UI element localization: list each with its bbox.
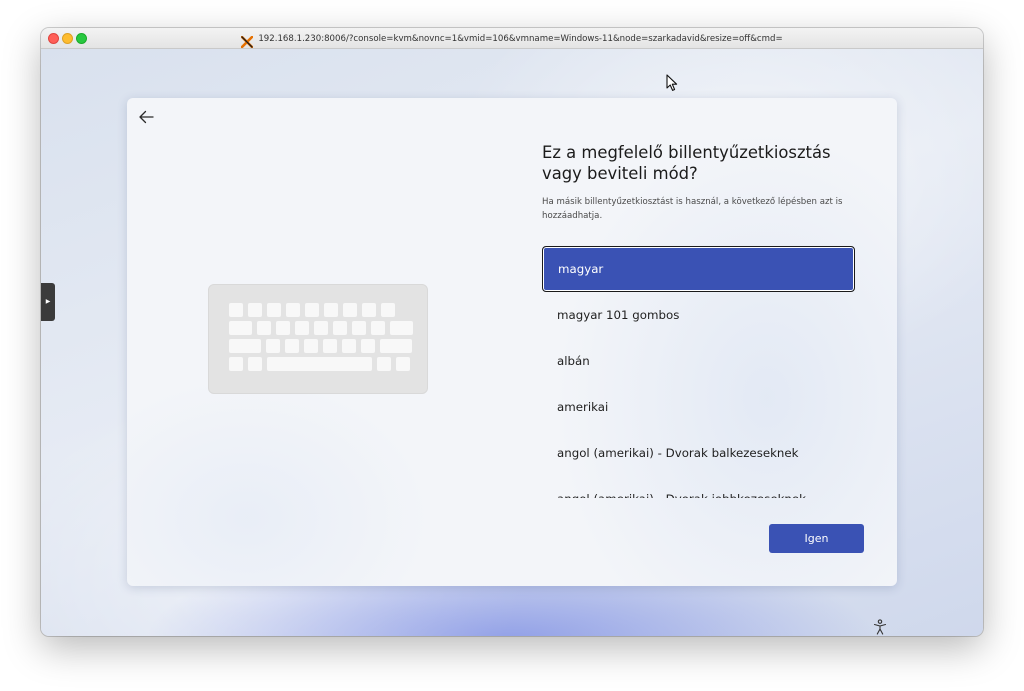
list-item-magyar[interactable]: magyar — [542, 246, 855, 292]
back-button[interactable] — [135, 106, 157, 128]
novnc-panel-toggle[interactable]: ▶ — [41, 283, 55, 321]
list-item-dvorak-left[interactable]: angol (amerikai) - Dvorak balkezeseknek — [542, 430, 855, 476]
list-item-amerikai[interactable]: amerikai — [542, 384, 855, 430]
list-item-magyar-101[interactable]: magyar 101 gombos — [542, 292, 855, 338]
vm-console-screen[interactable]: ▶ Ez a megfelelő billentyűzetkiosztás va… — [41, 49, 983, 636]
confirm-button[interactable]: Igen — [769, 524, 864, 553]
mouse-pointer-icon — [666, 74, 678, 91]
accessibility-icon[interactable] — [873, 619, 887, 635]
list-item-alban[interactable]: albán — [542, 338, 855, 384]
back-arrow-icon — [139, 110, 154, 124]
title-bar: 192.168.1.230:8006/?console=kvm&novnc=1&… — [41, 28, 983, 49]
browser-window: 192.168.1.230:8006/?console=kvm&novnc=1&… — [41, 28, 983, 636]
page-description: Ha másik billentyűzetkiosztást is haszná… — [542, 197, 843, 221]
keyboard-illustration — [208, 284, 428, 394]
page-title: Ez a megfelelő billentyűzetkiosztás vagy… — [542, 143, 831, 183]
title-bar-center: 192.168.1.230:8006/?console=kvm&novnc=1&… — [41, 28, 983, 49]
novnc-panel-toggle-icon: ▶ — [45, 298, 51, 305]
keyboard-layout-list[interactable]: magyar magyar 101 gombos albán amerikai … — [542, 246, 855, 498]
setup-dialog: Ez a megfelelő billentyűzetkiosztás vagy… — [127, 98, 897, 586]
list-item-dvorak-right[interactable]: angol (amerikai) - Dvorak jobbkezeseknek — [542, 476, 855, 498]
window-title: 192.168.1.230:8006/?console=kvm&novnc=1&… — [258, 33, 783, 44]
proxmox-icon — [241, 33, 254, 48]
